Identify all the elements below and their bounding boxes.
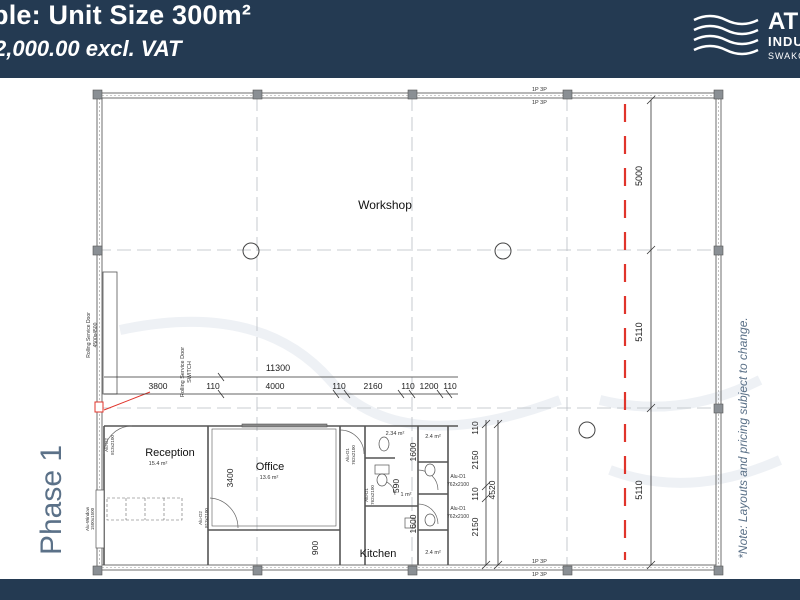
alu-d1-a-label: Alu-D1 xyxy=(345,448,350,462)
phase-label: Phase 1 xyxy=(35,444,68,556)
dim-1600-b: 1600 xyxy=(408,514,418,533)
dim-3400: 3400 xyxy=(225,468,235,487)
alu-d1-a-size: 762x2100 xyxy=(351,445,356,465)
outer-walls xyxy=(96,92,722,571)
alu-d2-a-size: 813x2100 xyxy=(110,435,115,455)
dim-2150-b: 2150 xyxy=(470,517,480,536)
dim-4520: 4520 xyxy=(487,480,497,499)
dim-900: 900 xyxy=(310,541,320,555)
right-dimension-line xyxy=(646,95,656,570)
dim-right-5000: 5000 xyxy=(634,166,644,186)
alu-d1-c-label: Alu-D1 xyxy=(450,474,466,480)
room-workshop: Workshop xyxy=(358,198,412,212)
alu-d1-b-label: Alu-D1 xyxy=(364,488,369,502)
room-office: Office xyxy=(256,461,285,473)
switch-marker xyxy=(103,391,151,411)
alu-d1-b-size: 762x2100 xyxy=(370,485,375,505)
wc-area-1: 2.34 m² xyxy=(386,431,405,437)
dim-4000: 4000 xyxy=(266,381,285,391)
room-reception-area: 15.4 m² xyxy=(149,461,168,467)
dim-right-5110-a: 5110 xyxy=(634,322,644,341)
rolling-door-size: 4500x4500 xyxy=(93,322,99,347)
rolling-switch-label-2: SWITCH xyxy=(187,361,193,383)
dim-110-c: 110 xyxy=(401,381,415,391)
dim-1600-a: 1600 xyxy=(408,442,418,461)
switch-box xyxy=(94,401,104,413)
dim-590: 590 xyxy=(391,479,401,493)
dim-total-width: 11300 xyxy=(266,363,290,373)
rolling-switch-label-1: Rolling Service Door xyxy=(180,347,186,397)
grid-lines xyxy=(97,97,720,570)
dim-1200: 1200 xyxy=(420,381,439,391)
alu-d2-a-label: Alu-D2 xyxy=(104,438,109,452)
room-kitchen: Kitchen xyxy=(360,548,397,560)
alu-window xyxy=(95,489,105,549)
dim-110-a: 110 xyxy=(206,381,220,391)
plug-label-bot-2: 1P 3P xyxy=(532,572,547,578)
wc-area-3: 2.4 m² xyxy=(425,550,441,556)
wc-area-4: 1 m² xyxy=(401,492,412,498)
rolling-door-label: Rolling Service Door xyxy=(86,312,92,358)
dim-2160: 2160 xyxy=(364,381,383,391)
background-swirls xyxy=(118,316,783,488)
plug-label-top-1: 1P 3P xyxy=(532,87,547,93)
structural-columns xyxy=(92,89,724,576)
alu-d2-b-label: Alu-D2 xyxy=(198,511,203,525)
alu-d1-d-size: 762x2100 xyxy=(447,514,469,520)
dim-110-v2: 110 xyxy=(470,487,480,501)
alu-d1-d-label: Alu-D1 xyxy=(450,506,466,512)
plug-label-bot-1: 1P 3P xyxy=(532,559,547,565)
wc-area-2: 2.4 m² xyxy=(425,434,441,440)
alu-d1-c-size: 762x2100 xyxy=(447,482,469,488)
dim-110-d: 110 xyxy=(443,381,457,391)
reception-counter xyxy=(106,497,183,521)
dim-3800: 3800 xyxy=(149,381,168,391)
dim-110-v1: 110 xyxy=(470,421,480,435)
alu-window-size: 1500x1500 xyxy=(90,507,95,530)
disclaimer-note: *Note: Layouts and pricing subject to ch… xyxy=(736,317,750,559)
dim-110-b: 110 xyxy=(332,381,346,391)
wc-fixtures xyxy=(374,436,436,529)
dim-2150-a: 2150 xyxy=(470,450,480,469)
plug-label-top-2: 1P 3P xyxy=(532,100,547,106)
footer-bar xyxy=(0,579,800,600)
rolling-door xyxy=(102,271,118,395)
room-office-area: 13.6 m² xyxy=(260,475,279,481)
floor-plan: 5000 5110 5110 1P 3P 1P 3P 1P 3P 1P 3P W… xyxy=(85,87,783,578)
dim-right-5110-b: 5110 xyxy=(634,480,644,499)
room-reception: Reception xyxy=(145,447,195,459)
alu-d2-b-size: 813x2100 xyxy=(204,508,209,528)
